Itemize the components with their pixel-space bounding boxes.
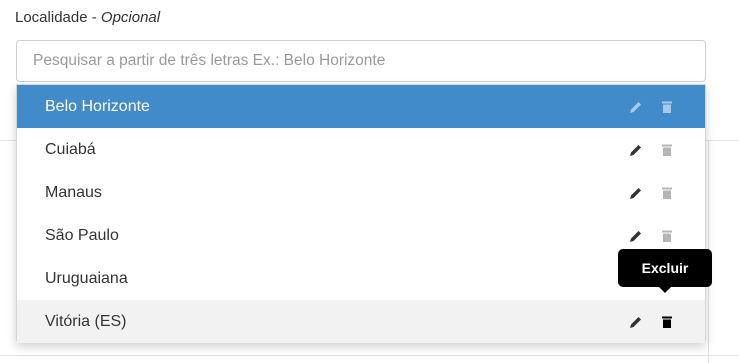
location-dropdown-list: Belo Horizonte Cuiabá Manaus São Paulo U… <box>16 84 706 343</box>
list-item[interactable]: Cuiabá <box>17 128 705 171</box>
list-item-label: Belo Horizonte <box>45 97 150 115</box>
pencil-icon[interactable] <box>629 229 643 243</box>
location-search-input[interactable] <box>16 40 706 82</box>
list-item-label: Cuiabá <box>45 140 96 158</box>
list-item-label: Uruguaiana <box>45 269 128 287</box>
tooltip-arrow <box>658 286 672 293</box>
field-label: Localidade - Opcional <box>15 9 160 26</box>
list-item[interactable]: Belo Horizonte <box>17 85 705 128</box>
location-field-screen: Localidade - Opcional Belo Horizonte Cui… <box>0 0 739 363</box>
tooltip-text: Excluir <box>618 249 712 287</box>
trash-icon[interactable] <box>660 186 674 200</box>
trash-icon[interactable] <box>660 315 674 329</box>
list-item[interactable]: São Paulo <box>17 214 705 257</box>
field-label-optional: Opcional <box>100 9 161 26</box>
background-divider <box>0 355 739 356</box>
list-item[interactable]: Vitória (ES) <box>17 300 705 343</box>
trash-icon[interactable] <box>660 143 674 157</box>
list-item[interactable]: Manaus <box>17 171 705 214</box>
pencil-icon[interactable] <box>629 143 643 157</box>
list-item-label: São Paulo <box>45 226 119 244</box>
pencil-icon[interactable] <box>629 100 643 114</box>
list-item[interactable]: Uruguaiana <box>17 257 705 300</box>
field-label-text: Localidade - <box>15 9 101 26</box>
pencil-icon[interactable] <box>629 186 643 200</box>
delete-tooltip: Excluir <box>618 249 712 293</box>
trash-icon[interactable] <box>660 100 674 114</box>
trash-icon[interactable] <box>660 229 674 243</box>
pencil-icon[interactable] <box>629 315 643 329</box>
list-item-label: Manaus <box>45 183 102 201</box>
list-item-label: Vitória (ES) <box>45 312 127 330</box>
